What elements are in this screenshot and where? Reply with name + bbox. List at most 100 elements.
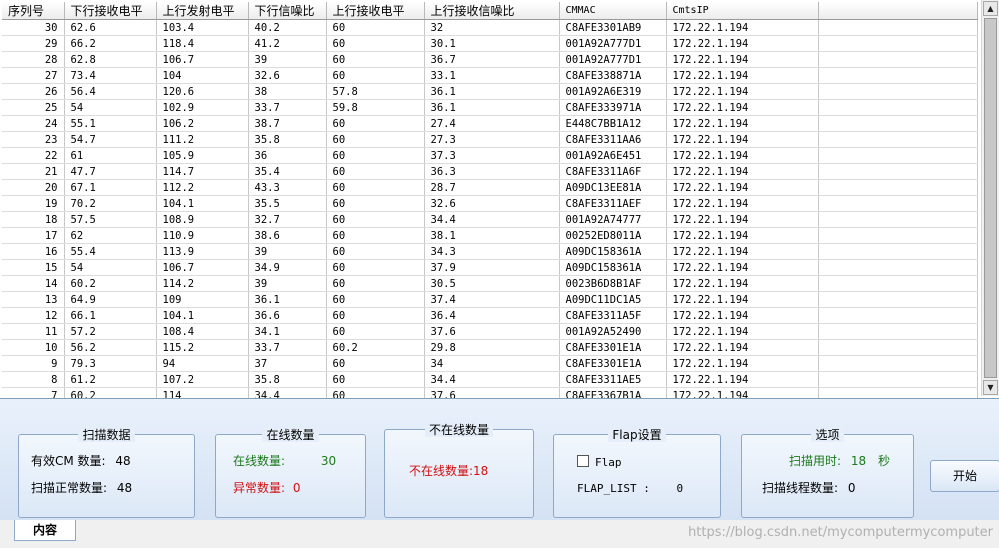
table-row[interactable]: 24 55.1 106.2 38.7 60 27.4 E448C7BB1A12 172.22.… (2, 115, 978, 132)
cell-index: 28 (2, 51, 65, 68)
cell-us-rx-power: 60 (326, 259, 425, 276)
flap-checkbox[interactable] (577, 455, 589, 467)
cell-cmmac: C8AFE333971A (559, 99, 667, 116)
cell-filler (818, 227, 978, 244)
cell-cmmac: E448C7BB1A12 (559, 115, 667, 132)
online-group-title: 在线数量 (262, 428, 319, 442)
cell-us-rx-snr: 28.7 (424, 179, 560, 196)
scroll-down-arrow-icon[interactable]: ▼ (983, 380, 998, 395)
table-row[interactable]: 23 54.7 111.2 35.8 60 27.3 C8AFE3311AA6 172.22.… (2, 131, 978, 148)
cell-ds-power: 55.4 (64, 243, 157, 260)
table-row[interactable]: 18 57.5 108.9 32.7 60 34.4 001A92A74777 172.22.… (2, 211, 978, 228)
col-header-us-rx-power[interactable]: 上行接收电平 (326, 2, 425, 20)
col-header-cmmac[interactable]: CMMAC (559, 2, 667, 20)
tab-content[interactable]: 内容 (14, 520, 76, 541)
col-header-ds-snr[interactable]: 下行信噪比 (248, 2, 327, 20)
table-row[interactable]: 7 60.2 114 34.4 60 37.6 C8AFE3367B1A 172.22.1.1… (2, 387, 978, 398)
cell-index: 9 (2, 355, 65, 372)
cell-ds-snr: 36 (248, 147, 327, 164)
table-row[interactable]: 8 61.2 107.2 35.8 60 34.4 C8AFE3311AE5 172.22.1… (2, 371, 978, 388)
cell-ds-snr: 40.2 (248, 19, 327, 36)
offline-count-value: 18 (473, 464, 489, 478)
cell-us-tx-power: 111.2 (156, 131, 249, 148)
flap-checkbox-row[interactable]: Flap (577, 455, 622, 469)
table-row[interactable]: 30 62.6 103.4 40.2 60 32 C8AFE3301AB9 172.22.1.… (2, 19, 978, 36)
cell-ds-power: 54 (64, 259, 157, 276)
table-row[interactable]: 20 67.1 112.2 43.3 60 28.7 A09DC13EE81A 172.22.… (2, 179, 978, 196)
cell-cmtsip: 172.22.1.194 (666, 339, 819, 356)
cell-cmmac: 001A92A6E319 (559, 83, 667, 100)
cell-us-rx-snr: 37.4 (424, 291, 560, 308)
cell-ds-power: 56.2 (64, 339, 157, 356)
table-row[interactable]: 16 55.4 113.9 39 60 34.3 A09DC158361A 172.22.1.… (2, 243, 978, 260)
cell-ds-power: 61.2 (64, 371, 157, 388)
online-group: 在线数量 在线数量: 30 异常数量: 0 (215, 428, 366, 518)
table-row[interactable]: 12 66.1 104.1 36.6 60 36.4 C8AFE3311A5F 172.22.… (2, 307, 978, 324)
vertical-scrollbar[interactable]: ▲ ▼ (981, 0, 999, 396)
valid-cm-label: 有效CM 数量: (31, 454, 106, 468)
cell-us-tx-power: 104.1 (156, 307, 249, 324)
cell-us-rx-snr: 32 (424, 19, 560, 36)
cell-cmtsip: 172.22.1.194 (666, 131, 819, 148)
online-count-value: 30 (320, 454, 337, 468)
col-header-ds-power[interactable]: 下行接收电平 (64, 2, 157, 20)
cell-ds-snr: 34.4 (248, 387, 327, 398)
cell-us-rx-snr: 37.9 (424, 259, 560, 276)
cell-us-rx-power: 60 (326, 195, 425, 212)
table-row[interactable]: 21 47.7 114.7 35.4 60 36.3 C8AFE3311A6F 172.22.… (2, 163, 978, 180)
cell-us-rx-snr: 36.1 (424, 83, 560, 100)
cell-index: 26 (2, 83, 65, 100)
cell-us-rx-power: 60 (326, 19, 425, 36)
cell-us-tx-power: 115.2 (156, 339, 249, 356)
scan-time-value: 18 (850, 454, 867, 468)
cell-cmmac: 0023B6D8B1AF (559, 275, 667, 292)
cell-us-rx-snr: 27.4 (424, 115, 560, 132)
cell-filler (818, 195, 978, 212)
cell-cmmac: A09DC13EE81A (559, 179, 667, 196)
cell-us-rx-snr: 36.1 (424, 99, 560, 116)
table-row[interactable]: 11 57.2 108.4 34.1 60 37.6 001A92A52490 172.22.… (2, 323, 978, 340)
table-row[interactable]: 10 56.2 115.2 33.7 60.2 29.8 C8AFE3301E1A 172.2… (2, 339, 978, 356)
col-header-us-tx-power[interactable]: 上行发射电平 (156, 2, 249, 20)
abnormal-count-value: 0 (292, 481, 301, 495)
start-button[interactable]: 开始 (930, 460, 999, 492)
cell-cmtsip: 172.22.1.194 (666, 163, 819, 180)
cell-cmtsip: 172.22.1.194 (666, 67, 819, 84)
scan-data-group: 扫描数据 有效CM 数量: 48 扫描正常数量: 48 (18, 428, 195, 518)
table-row[interactable]: 26 56.4 120.6 38 57.8 36.1 001A92A6E319 172.22.… (2, 83, 978, 100)
table-row[interactable]: 27 73.4 104 32.6 60 33.1 C8AFE338871A 172.22.1.… (2, 67, 978, 84)
table-row[interactable]: 9 79.3 94 37 60 34 C8AFE3301E1A 172.22.1.194 (2, 355, 978, 372)
scrollbar-thumb[interactable] (984, 18, 997, 378)
cell-us-rx-snr: 36.3 (424, 163, 560, 180)
table-row[interactable]: 17 62 110.9 38.6 60 38.1 00252ED8011A 172.22.1.… (2, 227, 978, 244)
cell-cmtsip: 172.22.1.194 (666, 51, 819, 68)
table-row[interactable]: 19 70.2 104.1 35.5 60 32.6 C8AFE3311AEF 172.22.… (2, 195, 978, 212)
flap-group-title: Flap设置 (608, 428, 666, 442)
cell-ds-power: 62.8 (64, 51, 157, 68)
offline-group: 不在线数量 不在线数量:18 (384, 423, 534, 518)
scan-time-row: 扫描用时: 18 秒 (789, 452, 890, 469)
table-row[interactable]: 13 64.9 109 36.1 60 37.4 A09DC11DC1A5 172.22.1.… (2, 291, 978, 308)
cell-us-rx-power: 60 (326, 387, 425, 398)
flap-checkbox-label[interactable]: Flap (595, 456, 622, 469)
cell-ds-snr: 35.8 (248, 371, 327, 388)
table-row[interactable]: 14 60.2 114.2 39 60 30.5 0023B6D8B1AF 172.22.1.… (2, 275, 978, 292)
col-header-index[interactable]: 序列号 (2, 2, 65, 20)
col-header-us-rx-snr[interactable]: 上行接收信噪比 (424, 2, 560, 20)
cell-ds-power: 56.4 (64, 83, 157, 100)
cell-us-tx-power: 106.7 (156, 259, 249, 276)
offline-count-row: 不在线数量:18 (409, 462, 488, 479)
table-row[interactable]: 28 62.8 106.7 39 60 36.7 001A92A777D1 172.22.1.… (2, 51, 978, 68)
cell-us-rx-power: 60 (326, 227, 425, 244)
cell-us-rx-snr: 34.3 (424, 243, 560, 260)
scroll-up-arrow-icon[interactable]: ▲ (983, 1, 998, 16)
table-row[interactable]: 25 54 102.9 33.7 59.8 36.1 C8AFE333971A 172.22.… (2, 99, 978, 116)
cell-us-rx-snr: 34 (424, 355, 560, 372)
cell-cmtsip: 172.22.1.194 (666, 147, 819, 164)
table-row[interactable]: 15 54 106.7 34.9 60 37.9 A09DC158361A 172.22.1.… (2, 259, 978, 276)
cell-ds-snr: 34.9 (248, 259, 327, 276)
table-row[interactable]: 29 66.2 118.4 41.2 60 30.1 001A92A777D1 172.22.… (2, 35, 978, 52)
col-header-cmtsip[interactable]: CmtsIP (666, 2, 819, 20)
table-row[interactable]: 22 61 105.9 36 60 37.3 001A92A6E451 172.22.1.19… (2, 147, 978, 164)
cell-filler (818, 19, 978, 36)
